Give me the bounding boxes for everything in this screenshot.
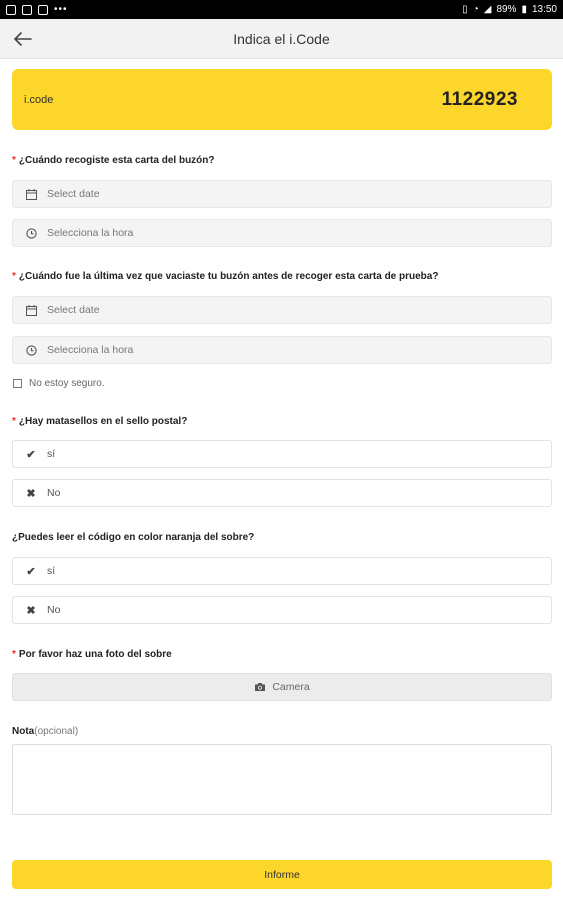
camera-icon — [254, 682, 266, 692]
question-orange-code: ¿Puedes leer el código en color naranja … — [12, 532, 254, 543]
required-mark: * — [12, 271, 16, 282]
postmark-yes-option[interactable]: ✔ sí — [12, 440, 552, 468]
battery-percent: 89% — [496, 4, 517, 15]
icode-value: 1122923 — [441, 88, 518, 110]
camera-button[interactable]: Camera — [12, 673, 552, 701]
note-label-text: Nota — [12, 726, 35, 737]
status-bar-right: ▯ ◔ ◢ 89% ▮ 13:50 — [462, 4, 557, 15]
photo-icon — [22, 4, 32, 15]
checkbox-box[interactable] — [13, 379, 22, 388]
required-mark: * — [12, 649, 16, 660]
question-text: ¿Cuándo fue la última vez que vaciaste t… — [18, 271, 439, 282]
note-textarea[interactable] — [12, 744, 552, 815]
check-icon: ✔ — [26, 448, 36, 461]
calendar-icon — [23, 186, 39, 202]
question-postmark: * ¿Hay matasellos en el sello postal? — [12, 416, 187, 427]
clock-icon — [23, 342, 39, 358]
question-pickup-when: * ¿Cuándo recogiste esta carta del buzón? — [12, 155, 215, 166]
emptied-time-field[interactable]: Selecciona la hora — [12, 336, 552, 364]
question-text: ¿Cuándo recogiste esta carta del buzón? — [18, 155, 215, 166]
battery-icon: ▮ — [521, 4, 527, 15]
not-sure-checkbox[interactable]: No estoy seguro. — [13, 378, 105, 389]
flipboard-icon — [38, 4, 48, 15]
postmark-no-option[interactable]: ✖ No — [12, 479, 552, 507]
note-optional-text: (opcional) — [34, 726, 79, 737]
status-bar-left: ••• — [6, 4, 68, 15]
option-label: No — [47, 604, 61, 616]
x-icon: ✖ — [26, 604, 36, 617]
required-mark: * — [12, 416, 16, 427]
emptied-date-field[interactable]: Select date — [12, 296, 552, 324]
app-bar: Indica el i.Code — [0, 19, 563, 59]
page-title: Indica el i.Code — [233, 30, 330, 47]
wifi-icon: ◔ — [472, 4, 479, 15]
back-button[interactable] — [10, 27, 36, 51]
vibrate-icon: ▯ — [462, 4, 468, 15]
pickup-time-field[interactable]: Selecciona la hora — [12, 219, 552, 247]
question-text: ¿Hay matasellos en el sello postal? — [18, 416, 188, 427]
clock-icon — [23, 225, 39, 241]
calendar-icon — [23, 302, 39, 318]
orange-code-no-option[interactable]: ✖ No — [12, 596, 552, 624]
icode-card: i.code 1122923 — [12, 69, 552, 130]
notification-icon — [6, 4, 16, 15]
camera-label: Camera — [272, 681, 310, 693]
question-text: ¿Puedes leer el código en color naranja … — [12, 532, 255, 543]
required-mark: * — [12, 155, 16, 166]
option-label: No — [47, 487, 61, 499]
pickup-date-field[interactable]: Select date — [12, 180, 552, 208]
status-bar: ••• ▯ ◔ ◢ 89% ▮ 13:50 — [0, 0, 563, 19]
question-last-emptied: * ¿Cuándo fue la última vez que vaciaste … — [12, 271, 438, 282]
question-photo: * Por favor haz una foto del sobre — [12, 649, 172, 660]
submit-report-button[interactable]: Informe — [12, 860, 552, 889]
option-label: sí — [47, 565, 56, 577]
clock: 13:50 — [531, 4, 557, 15]
x-icon: ✖ — [26, 487, 36, 500]
note-label: Nota(opcional) — [12, 726, 78, 737]
time-placeholder: Selecciona la hora — [47, 344, 134, 356]
date-placeholder: Select date — [47, 304, 100, 316]
option-label: sí — [47, 448, 56, 460]
orange-code-yes-option[interactable]: ✔ sí — [12, 557, 552, 585]
time-placeholder: Selecciona la hora — [47, 227, 134, 239]
signal-icon: ◢ — [483, 4, 492, 15]
question-text: Por favor haz una foto del sobre — [18, 649, 172, 660]
arrow-left-icon — [14, 32, 32, 46]
check-icon: ✔ — [26, 565, 36, 578]
icode-label: i.code — [24, 93, 54, 106]
date-placeholder: Select date — [47, 188, 100, 200]
checkbox-label: No estoy seguro. — [29, 378, 105, 389]
overflow-dots: ••• — [54, 4, 68, 15]
